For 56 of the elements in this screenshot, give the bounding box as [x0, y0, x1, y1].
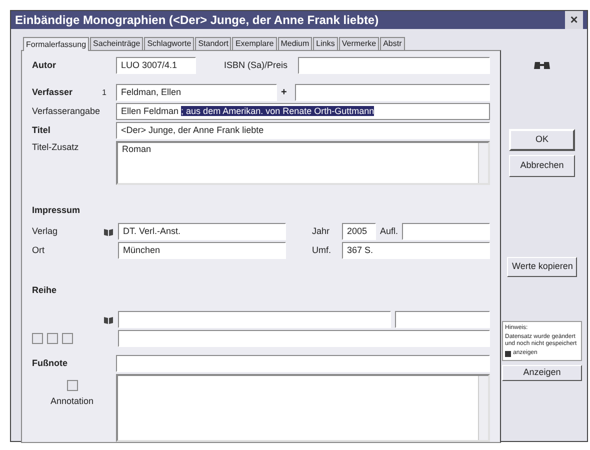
add-button[interactable]: +	[281, 85, 291, 100]
input-field[interactable]: 367 S.	[342, 242, 490, 259]
field-label: Verlag	[32, 224, 59, 238]
scrollbar[interactable]	[478, 376, 488, 440]
field-label: Umf.	[312, 244, 332, 257]
field-label: Titel-Zusatz	[32, 141, 80, 154]
field-label: Ort	[32, 244, 46, 257]
field-label: Impressum	[32, 205, 80, 215]
close-button[interactable]: ×	[565, 11, 583, 29]
tab[interactable]: Exemplare	[232, 37, 277, 50]
checkbox[interactable]	[505, 350, 511, 356]
dialog-button[interactable]: OK	[509, 129, 575, 151]
field-label: Autor	[32, 58, 57, 72]
field-label: Jahr	[312, 224, 331, 238]
input-field[interactable]	[118, 311, 391, 328]
input-field[interactable]: München	[118, 242, 286, 259]
field-label: Reihe	[32, 285, 57, 295]
input-field[interactable]: LUO 3007/4.1	[116, 57, 196, 74]
field-label: Titel	[32, 124, 52, 137]
tab[interactable]: Standort	[195, 37, 232, 50]
input-field[interactable]: <Der> Junge, der Anne Frank liebte	[116, 122, 490, 139]
tab[interactable]: Abstr	[380, 37, 405, 50]
field-label: Aufl.	[380, 224, 398, 238]
tab[interactable]: Medium	[278, 37, 312, 50]
input-field[interactable]	[298, 57, 490, 74]
window-title: Einbändige Monographien (<Der> Junge, der Anne Frank liebte)	[15, 12, 379, 29]
tab[interactable]: Vermerke	[338, 37, 380, 50]
field-label: Fußnote	[32, 356, 68, 370]
field-label: Verfasser	[32, 86, 74, 99]
input-field[interactable]: 2005	[342, 223, 376, 240]
dialog-button[interactable]: Werte kopieren	[507, 257, 577, 277]
tab[interactable]: Formalerfassung	[23, 37, 90, 51]
tab[interactable]: Links	[313, 37, 338, 50]
binoculars-icon[interactable]	[533, 59, 551, 71]
field-label: ISBN (Sa)/Preis	[224, 58, 289, 72]
field-label: Annotation	[50, 395, 94, 408]
marker-text: 1	[102, 86, 108, 98]
input-field[interactable]	[118, 330, 490, 347]
input-field[interactable]	[116, 355, 490, 372]
field-label: Verfasserangabe	[32, 104, 102, 118]
input-field[interactable]: DT. Verl.-Anst.	[118, 223, 286, 240]
text-area-value: Roman	[121, 143, 152, 156]
field-value: Ellen Feldman	[121, 106, 179, 116]
dialog-button[interactable]: Abbrechen	[509, 155, 575, 177]
input-field[interactable]	[295, 84, 490, 101]
input-field[interactable]	[395, 311, 490, 328]
tab[interactable]: Sacheinträge	[90, 37, 144, 50]
text-area[interactable]: Roman	[116, 141, 490, 185]
dialog-button[interactable]: Anzeigen	[502, 365, 582, 381]
input-field[interactable]	[402, 223, 490, 240]
tab[interactable]: Schlagworte	[144, 37, 194, 50]
input-field[interactable]: Ellen Feldman ; aus dem Amerikan. von Renate Orth-Guttmann	[116, 103, 490, 120]
scrollbar[interactable]	[478, 143, 488, 183]
input-field[interactable]: Feldman, Ellen	[116, 84, 277, 101]
text-area[interactable]	[116, 374, 490, 442]
selected-text: ; aus dem Amerikan. von Renate Orth-Guttmann	[181, 106, 374, 116]
